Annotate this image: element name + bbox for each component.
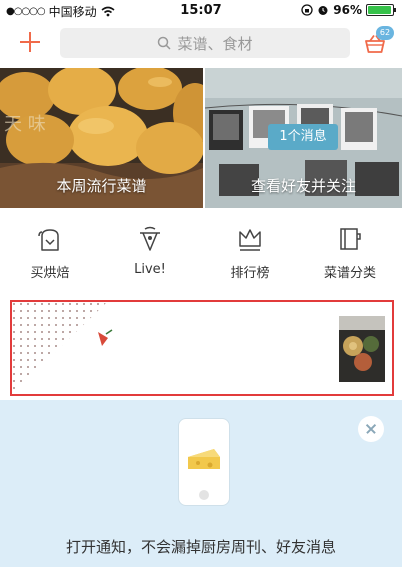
search-icon: [158, 36, 172, 50]
phone-illustration: [178, 418, 230, 506]
category-label: Live!: [134, 262, 166, 277]
baking-icon: [38, 229, 59, 251]
add-recipe-button[interactable]: [18, 30, 42, 54]
dotted-pattern-decoration: [12, 302, 113, 394]
category-label: 买烘焙: [30, 266, 70, 281]
rotation-lock-icon: [301, 4, 313, 16]
popular-recipes-banner[interactable]: 天 味 本周流行菜谱: [0, 68, 203, 208]
notification-text: 打开通知，不会漏掉厨房周刊、好友消息: [65, 538, 336, 556]
close-notification-button[interactable]: [358, 416, 384, 442]
battery-percent: 96%: [333, 3, 362, 17]
category-label: 菜谱分类: [323, 266, 376, 281]
dish-thumbnail: [339, 316, 385, 382]
battery-fill: [368, 6, 392, 14]
category-baking[interactable]: 买烘焙: [0, 226, 100, 281]
category-ranking[interactable]: 排行榜: [200, 226, 300, 281]
friends-banner[interactable]: 1个消息 查看好友并关注: [205, 68, 402, 208]
cheese-icon: [188, 449, 220, 469]
search-placeholder: 菜谱、食材: [177, 34, 253, 53]
phone-home-button: [199, 490, 209, 500]
search-bar[interactable]: 菜谱、食材: [60, 28, 350, 58]
friends-caption: 查看好友并关注: [250, 177, 356, 195]
dish-photo: [339, 316, 385, 382]
category-live[interactable]: Live!: [100, 226, 200, 277]
recipe-book-icon: [340, 228, 361, 250]
featured-ad-panel[interactable]: [10, 300, 394, 396]
category-recipes[interactable]: 菜谱分类: [300, 226, 400, 281]
message-count-button[interactable]: 1个消息: [268, 124, 338, 150]
status-bar: ●○○○○ 中国移动 15:07 96%: [0, 0, 402, 20]
crown-icon: [239, 229, 261, 251]
status-right: 96%: [301, 3, 396, 17]
battery-icon: [366, 4, 396, 16]
svg-text:天 味: 天 味: [4, 114, 46, 135]
alarm-icon: [318, 6, 328, 15]
notification-prompt: 打开通知，不会漏掉厨房周刊、好友消息: [0, 400, 402, 567]
category-label: 排行榜: [230, 266, 270, 281]
live-icon: [140, 226, 160, 251]
popular-recipes-caption: 本周流行菜谱: [56, 177, 147, 195]
basket-badge: 62: [376, 26, 394, 40]
